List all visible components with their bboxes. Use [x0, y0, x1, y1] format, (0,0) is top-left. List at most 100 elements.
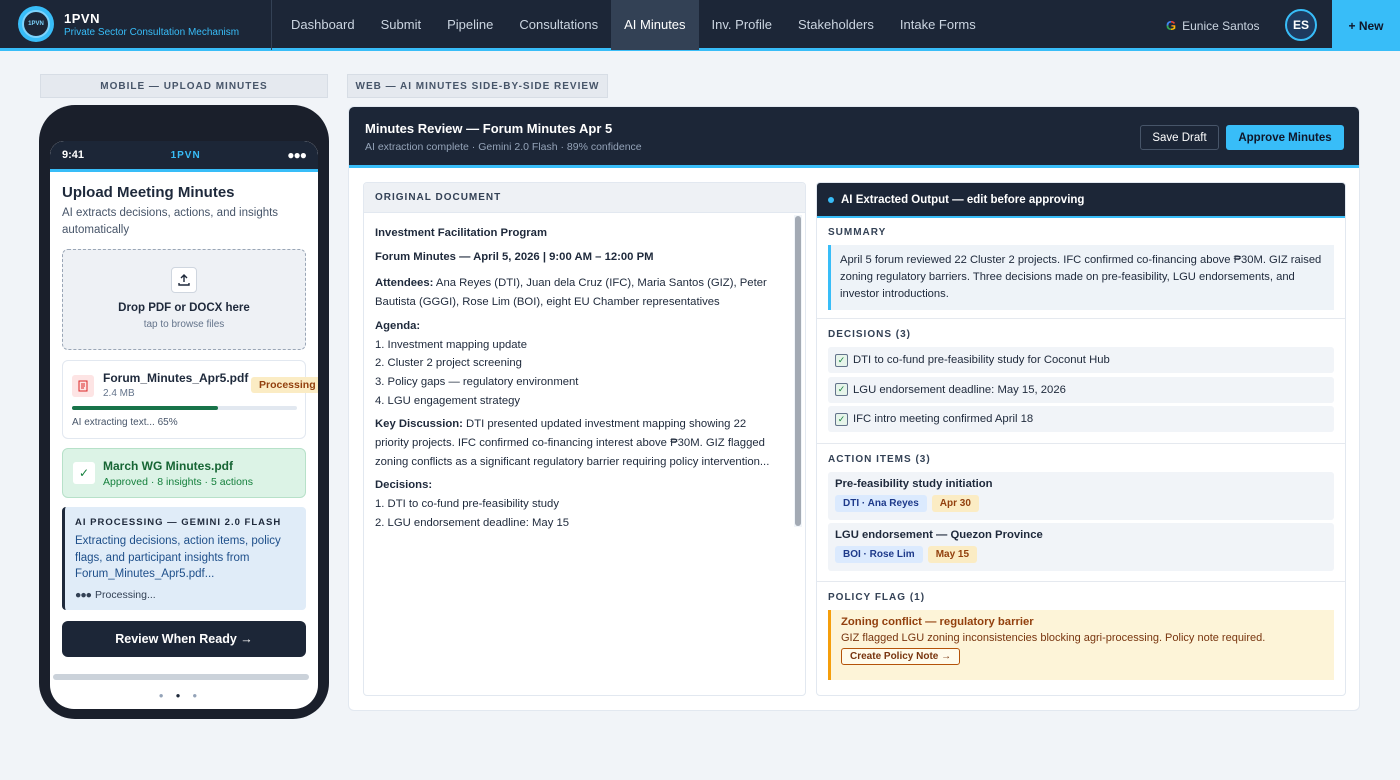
approved-file-meta: Approved · 8 insights · 5 actions [103, 476, 253, 488]
page-dot[interactable]: ● [192, 691, 209, 700]
phone-app-name: 1PVN [170, 149, 201, 161]
nav-link-inv-profile[interactable]: Inv. Profile [699, 0, 785, 50]
decision-text: IFC intro meeting confirmed April 18 [853, 413, 1034, 425]
action-item[interactable]: Pre-feasibility study initiation DTI · A… [828, 471, 1334, 520]
owner-tag: DTI · Ana Reyes [835, 494, 927, 512]
new-button[interactable]: + New [1332, 0, 1400, 51]
phone-time: 9:41 [62, 149, 85, 161]
owner-tag: BOI · Rose Lim [835, 545, 923, 563]
decisions-section: DECISIONS (3) ✓ DTI to co-fund pre-feasib… [817, 319, 1345, 444]
doc-agenda-label: Agenda: [375, 319, 421, 332]
upload-dropzone[interactable]: Drop PDF or DOCX here tap to browse file… [62, 249, 306, 350]
file-upload-card[interactable]: Forum_Minutes_Apr5.pdf 2.4 MB Processing… [62, 360, 318, 439]
document-scroll-thumb[interactable] [795, 216, 801, 526]
policy-flag-body: GIZ flagged LGU zoning inconsistencies b… [841, 631, 1266, 644]
policy-flag-card: Zoning conflict — regulatory barrier GIZ… [828, 609, 1334, 680]
doc-agenda-item: 2. Cluster 2 project screening [375, 357, 522, 370]
action-item[interactable]: LGU endorsement — Quezon Province BOI · … [828, 522, 1334, 571]
brand-name: 1PVN [64, 10, 100, 26]
decision-item[interactable]: ✓ LGU endorsement deadline: May 15, 2026 [828, 376, 1334, 403]
summary-heading: SUMMARY [828, 227, 887, 238]
user-account[interactable]: G Eunice Santos [1166, 0, 1260, 51]
dropzone-title: Drop PDF or DOCX here [118, 302, 250, 314]
due-date-tag: Apr 30 [931, 494, 979, 512]
save-draft-button[interactable]: Save Draft [1140, 125, 1219, 150]
progress-text: AI extracting text... 65% [72, 417, 178, 428]
nav-link-consultations[interactable]: Consultations [506, 0, 611, 50]
doc-agenda-item: 4. LGU engagement strategy [375, 394, 521, 407]
ai-processing-heading: AI PROCESSING — GEMINI 2.0 FLASH [75, 517, 282, 528]
doc-decision-item: 2. LGU endorsement deadline: May 15 [375, 516, 570, 529]
review-title: Minutes Review — Forum Minutes Apr 5 [365, 121, 613, 136]
nav-link-stakeholders[interactable]: Stakeholders [785, 0, 887, 50]
ai-output-header: AI Extracted Output — edit before approv… [817, 183, 1345, 218]
phone-screen: 9:41 1PVN ●●● Upload Meeting Minutes AI … [50, 141, 318, 709]
processing-badge: Processing [251, 377, 318, 393]
doc-agenda-item: 3. Policy gaps — regulatory environment [375, 375, 579, 388]
file-size: 2.4 MB [103, 388, 135, 399]
ai-output-pane: AI Extracted Output — edit before approv… [816, 182, 1346, 696]
brand-subtitle: Private Sector Consultation Mechanism [64, 26, 240, 38]
checkbox-checked-icon[interactable]: ✓ [835, 412, 848, 426]
ai-processing-box: AI PROCESSING — GEMINI 2.0 FLASH Extract… [62, 507, 306, 610]
approve-minutes-button[interactable]: Approve Minutes [1226, 125, 1344, 150]
original-document-heading: ORIGINAL DOCUMENT [364, 183, 805, 213]
doc-program: Investment Facilitation Program [375, 227, 548, 239]
decision-text: DTI to co-fund pre-feasibility study for… [853, 354, 1110, 366]
status-dot-icon [828, 196, 834, 203]
action-title: LGU endorsement — Quezon Province [835, 528, 1043, 541]
brand[interactable]: 1PVN 1PVN Private Sector Consultation Me… [0, 0, 272, 50]
policy-flag-heading: POLICY FLAG (1) [828, 591, 926, 603]
doc-attendees-label: Attendees: [375, 277, 434, 290]
nav-link-submit[interactable]: Submit [368, 0, 434, 50]
nav-link-dashboard[interactable]: Dashboard [278, 0, 368, 50]
check-icon: ✓ [73, 462, 95, 484]
horizontal-scrollbar[interactable] [53, 674, 309, 680]
action-title: Pre-feasibility study initiation [835, 477, 993, 490]
ai-output-title: AI Extracted Output — edit before approv… [841, 193, 1085, 206]
more-icon[interactable]: ●●● [287, 148, 307, 162]
logo-text: 1PVN [22, 10, 50, 38]
approved-file-name: March WG Minutes.pdf [103, 459, 233, 473]
upload-progress-bar [72, 406, 297, 410]
nav-links: Dashboard Submit Pipeline Consultations … [278, 0, 989, 50]
nav-link-ai-minutes[interactable]: AI Minutes [611, 0, 699, 50]
summary-text[interactable]: April 5 forum reviewed 22 Cluster 2 proj… [828, 245, 1334, 310]
loading-dots-icon: ●●● [75, 588, 92, 601]
checkbox-checked-icon[interactable]: ✓ [835, 353, 848, 367]
doc-discussion-label: Key Discussion: [375, 418, 463, 431]
doc-agenda-item: 1. Investment mapping update [375, 338, 527, 351]
upload-progress-fill [72, 406, 219, 410]
page-indicator[interactable]: ●●● [50, 691, 318, 700]
phone-status-bar: 9:41 1PVN ●●● [50, 141, 318, 172]
dropzone-subtitle: tap to browse files [143, 319, 225, 330]
top-nav: 1PVN 1PVN Private Sector Consultation Me… [0, 0, 1400, 51]
original-document-pane: ORIGINAL DOCUMENT Investment Facilitatio… [363, 182, 806, 696]
original-document-body: Investment Facilitation Program Forum Mi… [364, 213, 805, 533]
decision-item[interactable]: ✓ DTI to co-fund pre-feasibility study fo… [828, 347, 1334, 373]
web-review-panel: Minutes Review — Forum Minutes Apr 5 AI … [348, 106, 1360, 711]
file-name: Forum_Minutes_Apr5.pdf [103, 371, 249, 385]
approved-file-card[interactable]: ✓ March WG Minutes.pdf Approved · 8 insi… [62, 448, 306, 498]
nav-link-pipeline[interactable]: Pipeline [434, 0, 506, 50]
ai-processing-body: Extracting decisions, action items, poli… [75, 535, 281, 580]
logo: 1PVN [18, 6, 54, 42]
decision-text: LGU endorsement deadline: May 15, 2026 [853, 383, 1066, 396]
mobile-title: Upload Meeting Minutes [62, 184, 235, 201]
decisions-heading: DECISIONS (3) [828, 329, 912, 340]
create-policy-note-button[interactable]: Create Policy Note → [841, 647, 961, 665]
review-when-ready-button[interactable]: Review When Ready → [62, 621, 306, 657]
page-dot[interactable]: ● [159, 691, 176, 700]
nav-link-intake-forms[interactable]: Intake Forms [887, 0, 989, 50]
avatar[interactable]: ES [1285, 9, 1317, 41]
action-items-heading: ACTION ITEMS (3) [828, 453, 931, 465]
review-header: Minutes Review — Forum Minutes Apr 5 AI … [349, 107, 1359, 168]
policy-flag-section: POLICY FLAG (1) Zoning conflict — regula… [817, 582, 1345, 688]
document-scrollbar[interactable] [794, 215, 802, 527]
doc-attendees: Ana Reyes (DTI), Juan dela Cruz (IFC), M… [375, 277, 767, 309]
decision-item[interactable]: ✓ IFC intro meeting confirmed April 18 [828, 406, 1334, 432]
page-dot-active[interactable]: ● [176, 691, 193, 700]
checkbox-checked-icon[interactable]: ✓ [835, 383, 848, 396]
mobile-subtitle: AI extracts decisions, actions, and insi… [62, 207, 279, 236]
doc-decisions-label: Decisions: [375, 479, 433, 492]
